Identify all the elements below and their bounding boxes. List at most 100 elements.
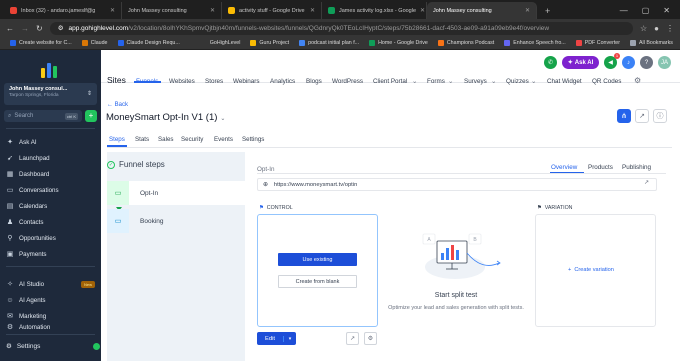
sidebar-item-ask-ai[interactable]: ✦ Ask AI — [0, 135, 101, 149]
nav-analytics[interactable]: Analytics — [270, 78, 295, 85]
browser-tab-active[interactable]: John Massey consulting ✕ — [427, 2, 537, 19]
chevron-down-icon[interactable]: ⌄ — [220, 116, 225, 122]
nav-quizzes[interactable]: Quizzes — [506, 78, 529, 85]
url-bar[interactable]: ⚙ app.gohighlevel.com/v2/location/8oIhYK… — [49, 21, 633, 35]
step-booking[interactable]: ▭ Booking — [107, 209, 245, 233]
chevron-down-icon[interactable]: ▾ — [284, 336, 296, 342]
ask-ai-label: Ask AI — [574, 59, 594, 66]
create-variation-button[interactable]: + Create variation — [568, 267, 614, 273]
nav-blogs[interactable]: Blogs — [306, 78, 322, 85]
create-from-blank-button[interactable]: Create from blank — [278, 275, 357, 288]
settings-gear-icon[interactable]: ⚙ — [634, 76, 641, 85]
browser-tab-john-massey[interactable]: John Massey consulting ✕ — [122, 2, 222, 19]
tab-sales[interactable]: Sales — [158, 136, 173, 143]
sidebar-item-automation[interactable]: ⚙ Automation — [0, 322, 101, 332]
nav-surveys[interactable]: Surveys — [464, 78, 487, 85]
ask-ai-button[interactable]: ✦ Ask AI — [562, 56, 599, 69]
step-opt-in[interactable]: ▭ Opt-In — [107, 181, 248, 205]
card-icon: ▣ — [6, 251, 14, 258]
close-icon[interactable]: ✕ — [310, 7, 315, 14]
sidebar-item-ai-agents[interactable]: ☺ AI Agents — [0, 293, 101, 307]
sidebar-search[interactable]: ⌕ Search ctrl K — [4, 110, 82, 122]
help-icon[interactable]: ? — [640, 56, 653, 69]
forward-arrow-icon[interactable]: → — [21, 24, 29, 33]
nav-wordpress[interactable]: WordPress — [332, 78, 363, 85]
new-tab-icon[interactable]: + — [537, 2, 558, 19]
bookmark[interactable]: Claude Design Requ... — [114, 40, 184, 46]
sidebar-item-ai-studio[interactable]: ✧ AI Studio New — [0, 277, 101, 291]
sidebar-item-settings[interactable]: ⚙ Settings — [0, 339, 101, 353]
browser-tab-sheets[interactable]: James activity log.xlsx - Google ✕ — [322, 2, 427, 19]
close-icon[interactable]: ✕ — [210, 7, 215, 14]
sidebar-item-dashboard[interactable]: ▦ Dashboard — [0, 167, 101, 181]
share-button[interactable]: ⋔ — [617, 109, 631, 123]
star-icon[interactable]: ☆ — [640, 24, 647, 33]
tab-steps[interactable]: Steps — [109, 136, 125, 143]
use-existing-button[interactable]: Use existing — [278, 253, 357, 266]
close-icon[interactable]: ✕ — [525, 7, 530, 14]
collapse-toggle[interactable] — [93, 343, 100, 350]
nav-client-portal[interactable]: Client Portal — [373, 78, 407, 85]
step-url-field[interactable]: ⊕ https://www.moneysmart.tv/optin — [257, 178, 657, 191]
bookmark[interactable]: Create website for C... — [6, 40, 76, 46]
sidebar-item-payments[interactable]: ▣ Payments — [0, 247, 101, 261]
sidebar-item-marketing[interactable]: ✉ Marketing — [0, 309, 101, 323]
bookmark[interactable]: podcast initial plan f... — [295, 40, 363, 46]
tab-events[interactable]: Events — [214, 136, 233, 143]
tab-stats[interactable]: Stats — [135, 136, 149, 143]
profile-icon[interactable]: ● — [654, 24, 659, 33]
tab-settings[interactable]: Settings — [242, 136, 264, 143]
sidebar-item-opportunities[interactable]: ⚲ Opportunities — [0, 231, 101, 245]
control-card — [257, 214, 378, 327]
sidebar-item-conversations[interactable]: ▭ Conversations — [0, 183, 101, 197]
external-link-icon[interactable]: ↗ — [346, 332, 359, 345]
bookmark[interactable]: Claude — [78, 40, 112, 46]
open-external-button[interactable]: ↗ — [635, 109, 649, 123]
close-icon[interactable]: ✕ — [110, 7, 115, 14]
megaphone-icon[interactable]: ◀ 1 — [604, 53, 620, 69]
external-link-icon[interactable]: ↗ — [644, 179, 649, 186]
search-icon: ⌕ — [8, 112, 12, 119]
bookmark[interactable]: Enhance Speech fro... — [500, 40, 569, 46]
gear-icon[interactable]: ⚙ — [364, 332, 377, 345]
all-bookmarks[interactable]: All Bookmarks — [626, 40, 677, 46]
edit-button[interactable]: Edit ▾ — [257, 332, 296, 345]
bookmark[interactable]: Guru Project — [246, 40, 293, 46]
close-icon[interactable]: ✕ — [420, 7, 425, 14]
bookmark[interactable]: GoHighLevel — [206, 40, 245, 46]
site-info-icon[interactable]: ⚙ — [58, 24, 64, 32]
sidebar-item-calendars[interactable]: ▤ Calendars — [0, 199, 101, 213]
nav-qr-codes[interactable]: QR Codes — [592, 78, 621, 85]
nav-stores[interactable]: Stores — [205, 78, 223, 85]
back-arrow-icon[interactable]: ← — [6, 24, 14, 33]
close-window-icon[interactable]: ✕ — [663, 6, 670, 15]
browser-tab-drive[interactable]: activity stuff - Google Drive ✕ — [222, 2, 322, 19]
quick-add-button[interactable]: + — [85, 110, 97, 122]
avatar[interactable]: JA — [658, 56, 671, 69]
bookmark[interactable]: Champions Podcast — [434, 40, 498, 46]
minimize-icon[interactable]: — — [620, 6, 628, 15]
bookmark[interactable]: Home - Google Drive — [365, 40, 432, 46]
nav-websites[interactable]: Websites — [169, 78, 195, 85]
bookmark[interactable]: PDF Converter — [572, 40, 624, 46]
tab-publishing[interactable]: Publishing — [622, 164, 651, 171]
menu-icon[interactable]: ⋮ — [666, 24, 674, 33]
back-link[interactable]: ← Back — [107, 102, 128, 108]
reload-icon[interactable]: ↻ — [36, 24, 43, 33]
phone-icon[interactable]: ✆ — [544, 56, 557, 69]
nav-webinars[interactable]: Webinars — [233, 78, 259, 85]
sidebar-item-contacts[interactable]: ♟ Contacts — [0, 215, 101, 229]
bell-icon[interactable]: ♪ — [622, 56, 635, 69]
tab-overview[interactable]: Overview — [551, 164, 577, 171]
maximize-icon[interactable]: ▢ — [642, 6, 650, 15]
divider — [107, 147, 672, 148]
sidebar-item-launchpad[interactable]: ➹ Launchpad — [0, 151, 101, 165]
browser-tab-inbox[interactable]: Inbox (32) - andaro.jameslf@g ✕ — [4, 2, 122, 19]
tab-security[interactable]: Security — [181, 136, 203, 143]
tab-products[interactable]: Products — [588, 164, 613, 171]
nav-chat-widget[interactable]: Chat Widget — [547, 78, 582, 85]
account-switcher[interactable]: John Massey consul... Tarpon Springs, Fl… — [4, 83, 97, 105]
info-button[interactable]: ⓘ — [653, 109, 667, 123]
funnel-steps-heading: ✓ Funnel steps — [107, 160, 165, 169]
nav-forms[interactable]: Forms — [427, 78, 445, 85]
